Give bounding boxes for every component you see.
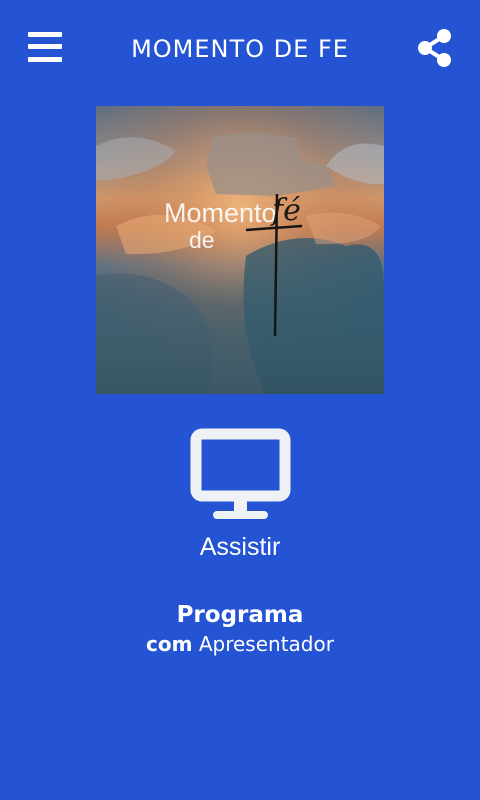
host-line: com Apresentador xyxy=(40,630,440,658)
cover-title-line3: fé xyxy=(270,193,301,228)
watch-button[interactable]: Assistir xyxy=(170,422,310,572)
watch-label: Assistir xyxy=(199,533,281,561)
share-button[interactable] xyxy=(416,28,454,68)
app-bar: MOMENTO DE FE xyxy=(0,0,480,100)
program-info: Programa com Apresentador xyxy=(40,600,440,658)
app-title: MOMENTO DE FE xyxy=(131,35,349,63)
program-cover-image: Momento de fé xyxy=(96,106,384,394)
host-name: Apresentador xyxy=(198,632,334,656)
share-icon xyxy=(418,29,451,67)
menu-icon-bar-bottom xyxy=(28,57,62,62)
cover-title-line1: Momento xyxy=(164,198,277,228)
menu-icon-bar-top xyxy=(28,32,62,37)
cover-title-line2: de xyxy=(189,227,215,253)
menu-button[interactable] xyxy=(28,31,62,63)
menu-icon-bar-middle xyxy=(28,44,62,49)
host-prefix: com xyxy=(146,632,193,656)
program-name: Programa xyxy=(176,602,304,628)
monitor-icon xyxy=(190,428,291,519)
